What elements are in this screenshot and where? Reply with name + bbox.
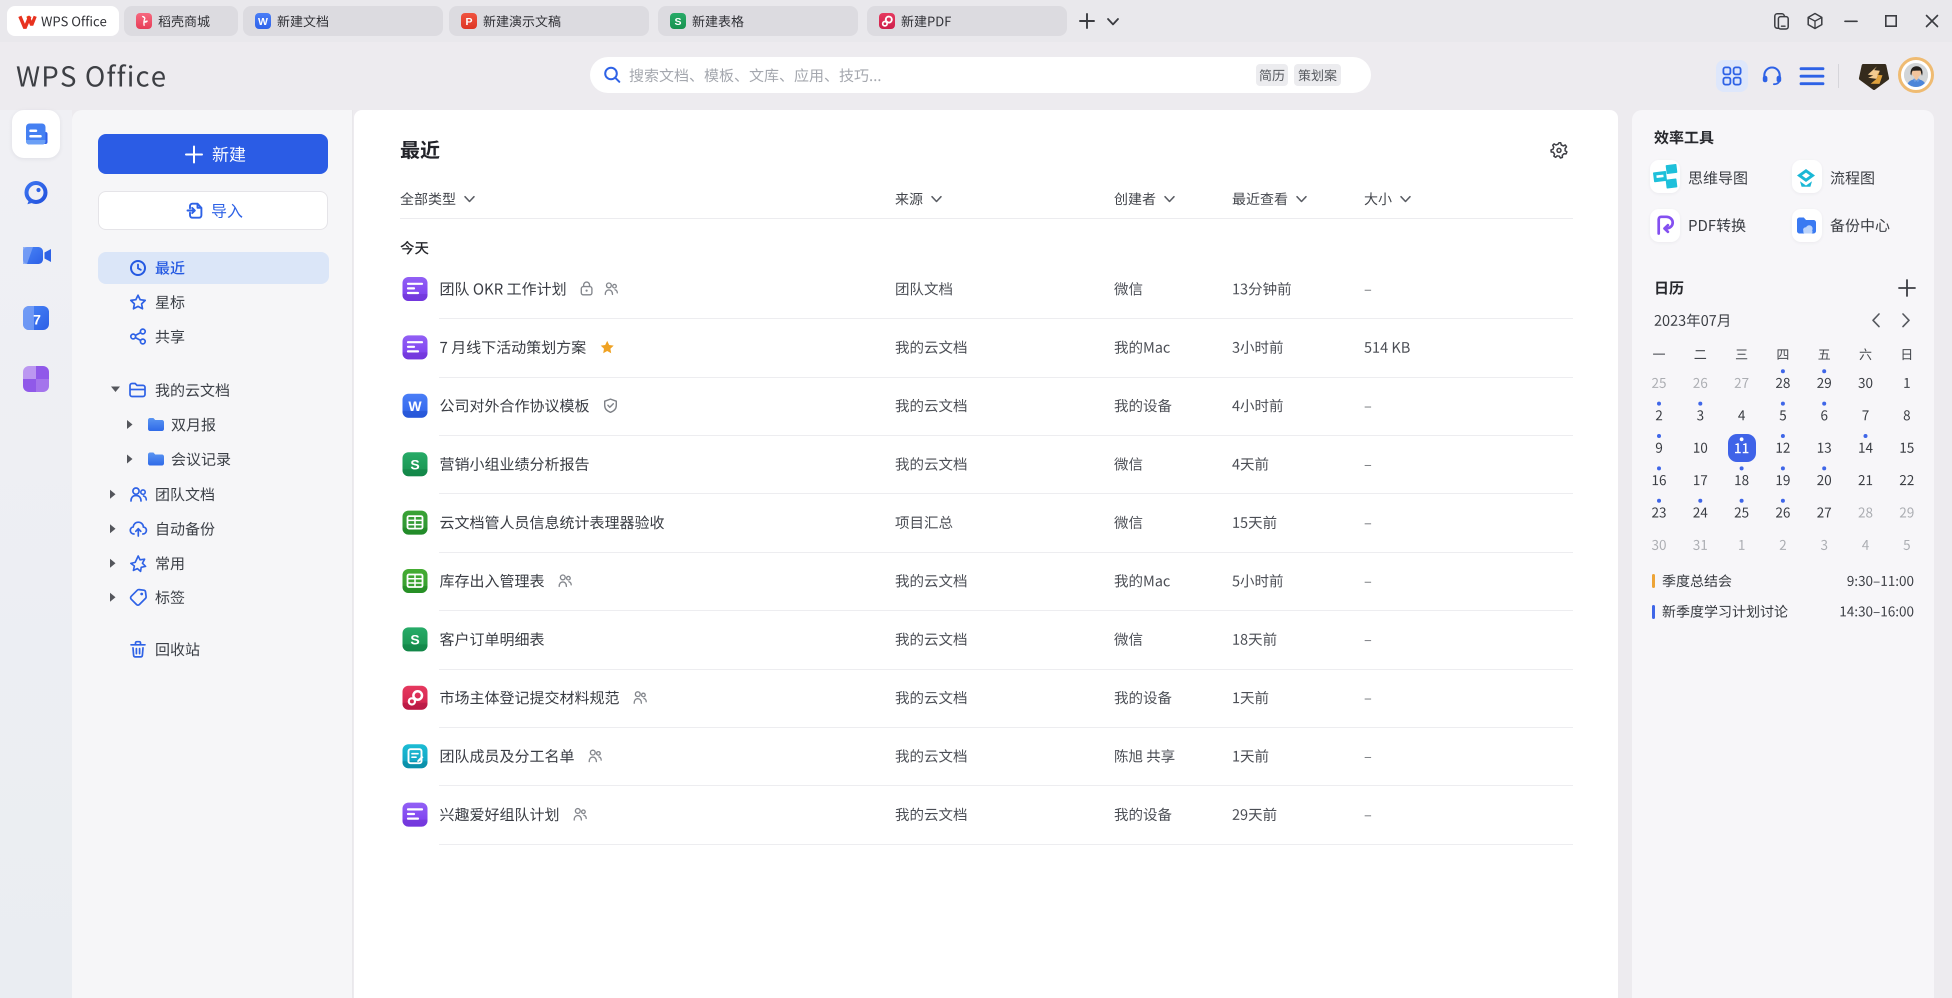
svg-text:S: S [410, 457, 419, 473]
svg-text:P: P [465, 16, 472, 28]
svg-text:S: S [410, 632, 419, 648]
svg-text:W: W [258, 16, 268, 28]
svg-text:S: S [674, 16, 681, 28]
svg-text:W: W [408, 398, 422, 414]
svg-text:7: 7 [33, 312, 41, 328]
